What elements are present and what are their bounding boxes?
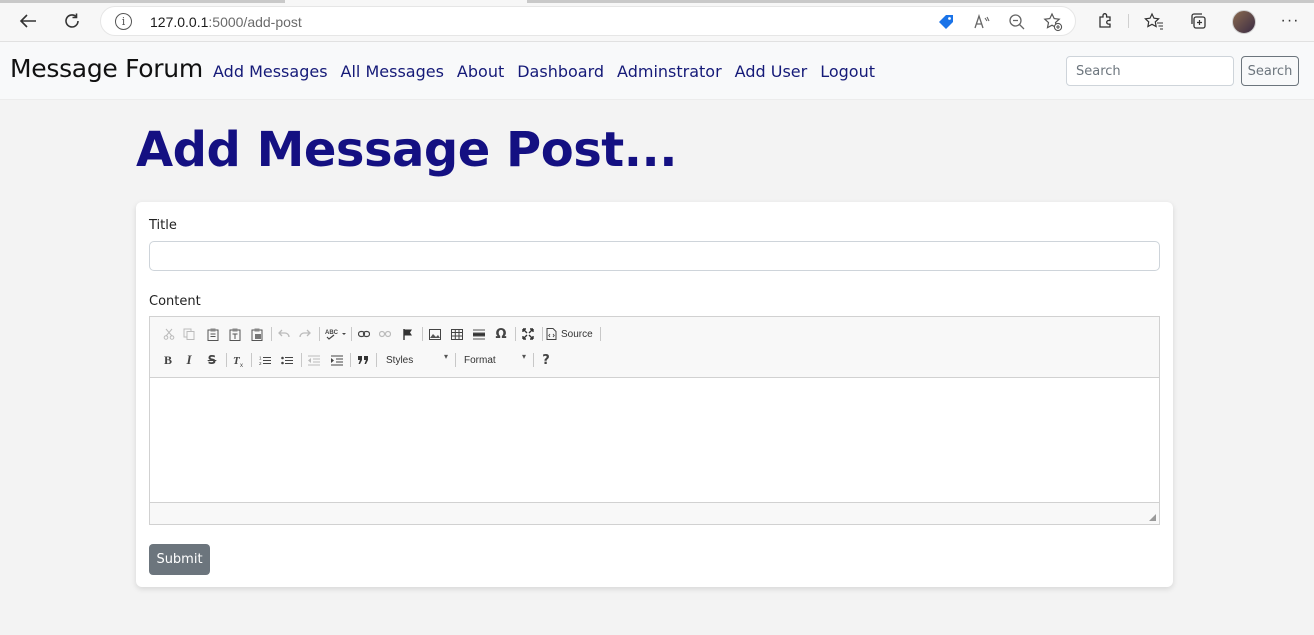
rich-text-editor: ABC Ω Source B I S T x 1 2 Styles ▾ Form…: [149, 316, 1160, 525]
paste-icon[interactable]: [203, 325, 223, 343]
search-input[interactable]: [1066, 56, 1234, 86]
extensions-icon[interactable]: [1092, 8, 1118, 34]
remove-format-icon[interactable]: Tx: [229, 351, 249, 369]
styles-dropdown[interactable]: Styles ▾: [386, 351, 448, 369]
maximize-icon[interactable]: [518, 325, 538, 343]
add-favorite-icon[interactable]: [1043, 12, 1063, 32]
undo-icon[interactable]: [274, 325, 294, 343]
spellcheck-icon[interactable]: ABC: [324, 325, 348, 343]
nav-links: Add Messages All Messages About Dashboar…: [213, 62, 875, 81]
url-host: 127.0.0.1: [150, 14, 209, 30]
favorites-icon[interactable]: [1141, 8, 1167, 34]
numbered-list-icon[interactable]: 12: [255, 351, 275, 369]
copy-icon[interactable]: [179, 325, 199, 343]
source-icon: [546, 328, 557, 340]
site-info-icon[interactable]: i: [115, 13, 132, 30]
cut-icon[interactable]: [159, 325, 179, 343]
search-button[interactable]: Search: [1241, 56, 1299, 86]
content-label: Content: [149, 294, 201, 309]
nav-all-messages[interactable]: All Messages: [341, 62, 444, 81]
url-path: :5000/add-post: [208, 14, 302, 30]
svg-text:2: 2: [259, 361, 262, 366]
horizontal-rule-icon[interactable]: [469, 325, 489, 343]
table-icon[interactable]: [447, 325, 467, 343]
read-aloud-icon[interactable]: [972, 12, 992, 32]
tab-strip-hint: [0, 0, 285, 3]
chevron-down-icon: ▾: [443, 352, 448, 361]
title-label: Title: [149, 218, 177, 233]
source-button[interactable]: Source: [546, 325, 598, 343]
strike-icon[interactable]: S: [202, 351, 222, 369]
styles-label: Styles: [386, 354, 414, 366]
editor-footer: [150, 502, 1159, 524]
tab-strip-hint: [527, 0, 1314, 3]
toolbar-separator: [351, 327, 352, 341]
toolbar-separator: [301, 353, 302, 367]
post-form-card: Title Content ABC Ω Source B I S T x 1 2…: [136, 202, 1173, 587]
bulleted-list-icon[interactable]: [277, 351, 297, 369]
profile-avatar[interactable]: [1232, 10, 1256, 34]
toolbar-separator: [319, 327, 320, 341]
svg-text:ABC: ABC: [325, 330, 339, 336]
svg-text:x: x: [240, 363, 243, 367]
toolbar-separator: [350, 353, 351, 367]
tag-icon[interactable]: [936, 12, 956, 32]
paste-text-icon[interactable]: [225, 325, 245, 343]
toolbar-divider: [1128, 14, 1129, 28]
back-arrow-icon[interactable]: [15, 8, 41, 34]
bold-icon[interactable]: B: [158, 351, 178, 369]
nav-about[interactable]: About: [457, 62, 504, 81]
page-title: Add Message Post...: [136, 122, 677, 178]
image-icon[interactable]: [425, 325, 445, 343]
help-icon[interactable]: ?: [536, 351, 556, 369]
toolbar-separator: [515, 327, 516, 341]
nav-logout[interactable]: Logout: [820, 62, 875, 81]
svg-text:1: 1: [259, 355, 262, 360]
browser-toolbar: i 127.0.0.1:5000/add-post ···: [0, 0, 1314, 42]
toolbar-separator: [251, 353, 252, 367]
resize-handle-icon[interactable]: [1149, 514, 1156, 521]
toolbar-separator: [600, 327, 601, 341]
unlink-icon[interactable]: [375, 325, 395, 343]
toolbar-separator: [271, 327, 272, 341]
paste-word-icon[interactable]: [247, 325, 267, 343]
submit-button[interactable]: Submit: [149, 544, 210, 575]
source-label: Source: [561, 328, 593, 340]
nav-add-messages[interactable]: Add Messages: [213, 62, 328, 81]
url-text: 127.0.0.1:5000/add-post: [150, 14, 302, 30]
toolbar-separator: [542, 327, 543, 341]
more-icon[interactable]: ···: [1277, 8, 1303, 34]
editor-toolbar: ABC Ω Source B I S T x 1 2 Styles ▾ Form…: [150, 317, 1159, 377]
zoom-out-icon[interactable]: [1007, 12, 1027, 32]
format-label: Format: [464, 354, 496, 366]
anchor-icon[interactable]: [398, 325, 418, 343]
address-bar[interactable]: i 127.0.0.1:5000/add-post: [100, 6, 1076, 36]
toolbar-separator: [422, 327, 423, 341]
nav-dashboard[interactable]: Dashboard: [517, 62, 604, 81]
nav-add-user[interactable]: Add User: [735, 62, 808, 81]
editor-content-area[interactable]: [150, 377, 1159, 502]
format-dropdown[interactable]: Format ▾: [464, 351, 526, 369]
title-input[interactable]: [149, 241, 1160, 271]
toolbar-separator: [533, 353, 534, 367]
toolbar-separator: [376, 353, 377, 367]
brand-title[interactable]: Message Forum: [10, 54, 203, 83]
indent-icon[interactable]: [327, 351, 347, 369]
outdent-icon[interactable]: [304, 351, 324, 369]
link-icon[interactable]: [354, 325, 374, 343]
italic-icon[interactable]: I: [179, 351, 199, 369]
toolbar-separator: [226, 353, 227, 367]
chevron-down-icon: ▾: [521, 352, 526, 361]
refresh-icon[interactable]: [59, 8, 85, 34]
toolbar-separator: [455, 353, 456, 367]
redo-icon[interactable]: [295, 325, 315, 343]
blockquote-icon[interactable]: [353, 351, 373, 369]
site-navbar: Message Forum Add Messages All Messages …: [0, 42, 1314, 100]
collections-icon[interactable]: [1185, 8, 1211, 34]
special-char-icon[interactable]: Ω: [491, 325, 511, 343]
nav-administrator[interactable]: Adminstrator: [617, 62, 722, 81]
